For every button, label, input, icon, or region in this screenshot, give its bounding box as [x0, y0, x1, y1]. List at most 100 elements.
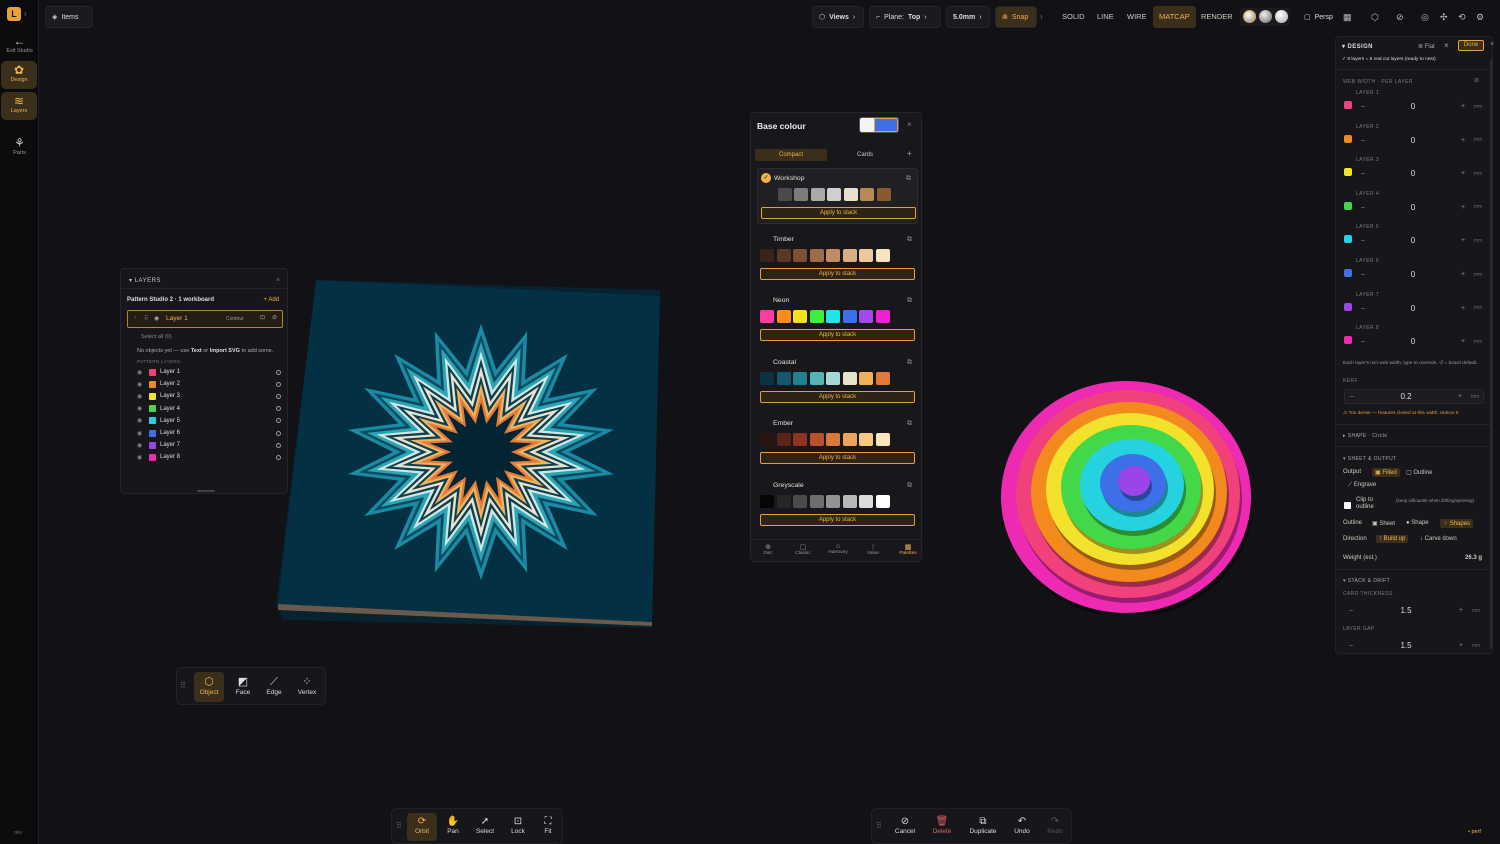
decrement-button[interactable]: – — [1356, 271, 1370, 278]
footer-tab-palettes[interactable]: ▦ Palettes — [895, 543, 921, 556]
layer-color-swatch[interactable] — [149, 405, 156, 413]
palette-swatch[interactable] — [859, 371, 873, 385]
add-layer-button[interactable]: + Add — [263, 297, 279, 303]
apply-to-stack-button[interactable]: Apply to stack — [760, 329, 915, 341]
pattern-layer-row[interactable]: ◉ Layer 1 — [137, 366, 281, 378]
web-width-value[interactable]: 0 — [1370, 337, 1456, 346]
orbit-button[interactable]: ⟳ Orbit — [407, 813, 437, 841]
palette-card[interactable]: Greyscale ⧉ Apply to stack — [757, 476, 918, 532]
chevron-right-icon[interactable]: › — [24, 9, 27, 18]
redo-button[interactable]: ↷ Redo — [1040, 813, 1070, 841]
decrement-button[interactable]: – — [1356, 338, 1370, 345]
mode-wire[interactable]: WIRE — [1121, 6, 1153, 28]
drag-handle-icon[interactable]: ⠿ — [396, 821, 402, 830]
pattern-layer-row[interactable]: ◉ Layer 3 — [137, 390, 281, 402]
sphere-icon[interactable]: ◎ — [1421, 12, 1429, 23]
plane-selector[interactable]: ⌐ Plane: Top › — [869, 6, 941, 28]
rail-item-design[interactable]: ✿ Design — [1, 61, 37, 89]
web-width-stepper[interactable]: –0 + mm — [1356, 200, 1486, 215]
rail-item-layers[interactable]: ≋ Layers — [1, 92, 37, 120]
clip-label[interactable]: Clip to outline — [1356, 497, 1386, 511]
select-ring-icon[interactable] — [276, 406, 281, 412]
layer-color-swatch[interactable] — [149, 392, 156, 400]
settings-icon[interactable]: ⚙ — [1476, 12, 1484, 23]
vertex-mode-button[interactable]: ⁘ Vertex — [292, 672, 322, 702]
select-ring-icon[interactable] — [276, 430, 281, 436]
palette-swatch[interactable] — [826, 494, 840, 508]
footer-tab-classic[interactable]: ▢ Classic — [790, 543, 816, 556]
matcap-swatch[interactable] — [1243, 10, 1256, 23]
web-width-value[interactable]: 0 — [1370, 136, 1456, 145]
pattern-layer-row[interactable]: ◉ Layer 8 — [137, 451, 281, 463]
select-button[interactable]: ➚ Select — [470, 813, 500, 841]
web-width-value[interactable]: 0 — [1370, 270, 1456, 279]
palette-card[interactable]: Ember ⧉ Apply to stack — [757, 414, 918, 470]
web-width-value[interactable]: 0 — [1370, 169, 1456, 178]
select-ring-icon[interactable] — [276, 418, 281, 424]
increment-button[interactable]: + — [1456, 271, 1470, 278]
eye-icon[interactable]: ◉ — [154, 315, 159, 322]
palette-swatch[interactable] — [842, 371, 857, 385]
exit-studio-button[interactable]: ← Exit Studio — [0, 32, 39, 60]
palette-swatch[interactable] — [793, 248, 807, 262]
layer-color-swatch[interactable] — [149, 429, 156, 437]
copy-icon[interactable]: ⧉ — [907, 236, 912, 244]
layer-color-swatch[interactable] — [149, 368, 156, 376]
apply-to-stack-button[interactable]: Apply to stack — [760, 267, 915, 280]
clip-checkbox[interactable] — [1344, 502, 1351, 509]
palette-card[interactable]: Coastal ⧉ Apply to stack — [757, 353, 918, 409]
duplicate-button[interactable]: ⧉ Duplicate — [966, 813, 1000, 841]
eye-icon[interactable]: ◉ — [137, 417, 145, 424]
web-width-stepper[interactable]: –0 + mm — [1356, 166, 1486, 181]
palette-swatch[interactable] — [760, 494, 774, 508]
eye-icon[interactable]: ◉ — [137, 381, 145, 388]
palette-swatch[interactable] — [809, 494, 824, 508]
palette-swatch[interactable] — [760, 310, 774, 323]
increment-button[interactable]: + — [1454, 607, 1468, 614]
scrollbar[interactable] — [1490, 59, 1493, 649]
layer-gap-value[interactable]: 1.5 — [1358, 641, 1454, 650]
pattern-layer-row[interactable]: ◉ Layer 6 — [137, 427, 281, 439]
decrement-button[interactable]: – — [1345, 393, 1359, 400]
palette-swatch[interactable] — [793, 494, 807, 508]
mode-render[interactable]: RENDER — [1195, 6, 1239, 28]
layer-color-swatch[interactable] — [149, 441, 156, 449]
palette-swatch[interactable] — [875, 310, 890, 323]
resize-handle[interactable] — [197, 490, 215, 492]
engrave-option[interactable]: ⟋ Engrave — [1348, 482, 1376, 489]
palette-swatch[interactable] — [827, 188, 841, 201]
palette-swatch[interactable] — [793, 310, 807, 323]
palette-card[interactable]: Timber ⧉ Apply to stack — [757, 230, 918, 286]
mode-line[interactable]: LINE — [1091, 6, 1120, 28]
copy-icon[interactable]: ⧉ — [906, 175, 911, 183]
increment-button[interactable]: + — [1456, 305, 1470, 312]
palette-swatch[interactable] — [875, 433, 890, 446]
kerf-value[interactable]: 0.2 — [1359, 392, 1453, 401]
text-link[interactable]: Text — [191, 348, 202, 354]
select-ring-icon[interactable] — [276, 454, 281, 460]
unlock-icon[interactable]: ⊡ — [260, 314, 265, 321]
shape-section[interactable]: ▸ SHAPE · Circle — [1343, 433, 1387, 439]
close-icon[interactable]: × — [1490, 41, 1494, 48]
palette-card[interactable]: Neon ⧉ Apply to stack — [757, 291, 918, 347]
palette-swatch[interactable] — [776, 494, 791, 508]
rail-item-parts[interactable]: ⚘ Parts — [0, 134, 39, 162]
mode-matcap[interactable]: MATCAP — [1153, 6, 1196, 28]
decrement-button[interactable]: – — [1344, 607, 1358, 614]
layer-color-swatch[interactable] — [149, 417, 156, 425]
palette-swatch[interactable] — [843, 188, 858, 201]
thickness-selector[interactable]: 5.0mm › — [946, 6, 990, 28]
apply-to-stack-button[interactable]: Apply to stack — [760, 390, 915, 403]
close-icon[interactable]: × — [1444, 41, 1449, 50]
increment-button[interactable]: + — [1456, 237, 1470, 244]
lock-button[interactable]: ⊡ Lock — [503, 813, 533, 841]
active-layer-name[interactable]: Layer 1 — [166, 315, 188, 322]
palette-swatch[interactable] — [776, 248, 791, 262]
decrement-button[interactable]: – — [1356, 305, 1370, 312]
drag-handle-icon[interactable]: ⠿ — [144, 315, 148, 322]
copy-icon[interactable]: ⧉ — [907, 297, 912, 305]
disc-preview[interactable] — [998, 376, 1252, 614]
base-colour-swatch[interactable] — [859, 117, 899, 133]
network-icon[interactable]: ✣ — [1440, 12, 1448, 23]
views-button[interactable]: ⬡ Views › — [812, 6, 864, 28]
